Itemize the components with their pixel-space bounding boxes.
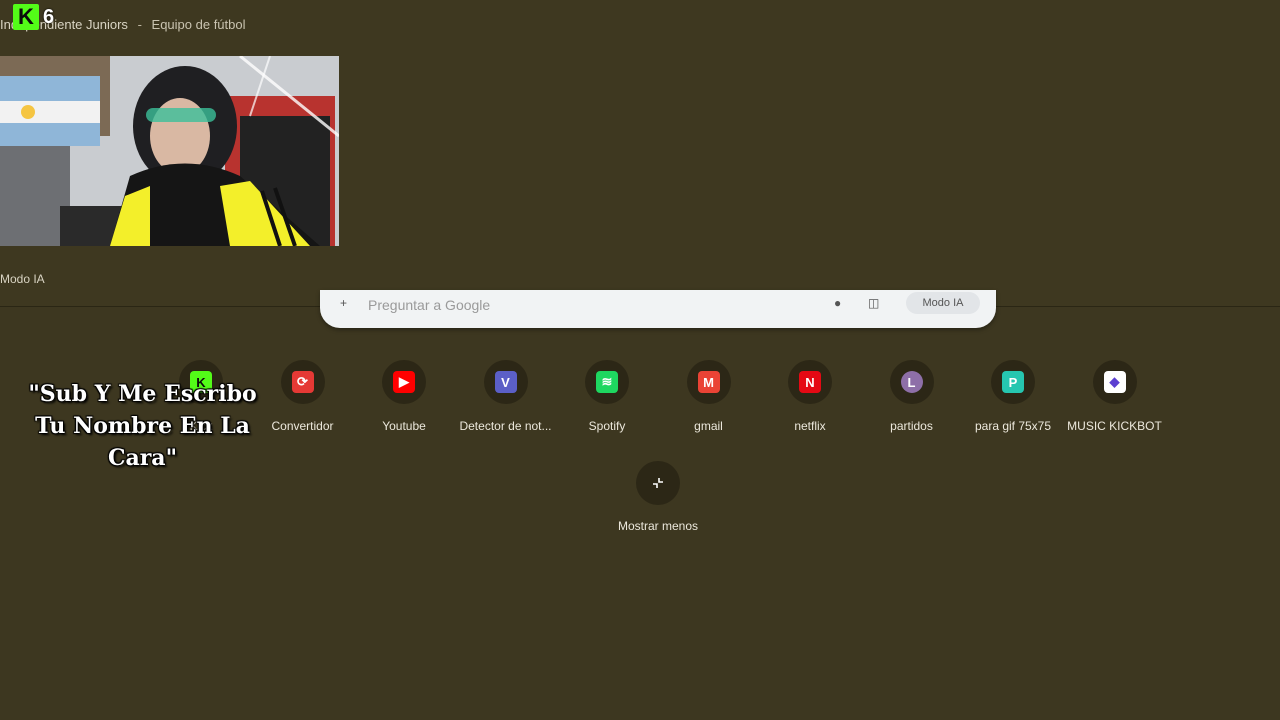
spotify-icon: ≋ bbox=[596, 371, 618, 393]
shortcut-tile[interactable]: Ppara gif 75x75 bbox=[962, 360, 1064, 433]
shortcut-icon-circle[interactable]: ≋ bbox=[585, 360, 629, 404]
shortcut-icon-circle[interactable]: L bbox=[889, 360, 934, 404]
viewer-count: 6 bbox=[43, 5, 55, 28]
youtube-icon: ▶ bbox=[393, 371, 415, 393]
shortcut-label: partidos bbox=[890, 419, 933, 433]
overlay-line-2: Tu Nombre En La Cara" bbox=[35, 413, 250, 471]
kick-icon: K bbox=[13, 4, 39, 30]
webcam-image bbox=[0, 56, 339, 246]
shortcut-tile[interactable]: ≋ Spotify bbox=[556, 360, 658, 433]
webcam-feed bbox=[0, 56, 339, 246]
shortcut-label: Youtube bbox=[382, 419, 426, 433]
shortcut-icon-circle[interactable]: ⟳ bbox=[280, 360, 325, 404]
plus-icon[interactable]: + bbox=[340, 296, 354, 310]
shortcut-label: Detector de not... bbox=[459, 419, 552, 433]
google-search-bar[interactable]: + ● ◫ Modo IA bbox=[320, 290, 996, 328]
shortcut-icon-circle[interactable]: V bbox=[483, 360, 528, 404]
stream-overlay-panel: Independiente Juniors - Equipo de fútbol… bbox=[0, 0, 1280, 307]
shortcut-icon-circle[interactable]: P bbox=[991, 360, 1035, 404]
shortcut-tile[interactable]: ◆ MUSIC KICKBOT bbox=[1064, 360, 1166, 433]
kickbot-icon: ◆ bbox=[1103, 371, 1126, 393]
letter-l-icon: L bbox=[900, 371, 923, 393]
breadcrumb-separator: - bbox=[137, 17, 142, 32]
netflix-icon: N bbox=[799, 371, 821, 393]
mic-icon[interactable]: ● bbox=[834, 296, 848, 310]
converter-icon: ⟳ bbox=[291, 371, 314, 393]
shortcut-icon-circle[interactable]: ▶ bbox=[382, 360, 426, 404]
breadcrumb-category: Equipo de fútbol bbox=[151, 17, 246, 32]
gif-icon: P bbox=[1002, 371, 1024, 393]
ai-mode-button[interactable]: Modo IA bbox=[906, 292, 980, 314]
shortcut-tile[interactable]: ▶ Youtube bbox=[353, 360, 455, 433]
shortcut-label: Spotify bbox=[588, 419, 626, 433]
v-icon: V bbox=[494, 371, 517, 393]
search-input[interactable] bbox=[366, 294, 810, 316]
show-less-label: Mostrar menos bbox=[617, 519, 699, 533]
shortcut-label: para gif 75x75 bbox=[974, 419, 1052, 433]
show-less-button[interactable]: Mostrar menos bbox=[606, 461, 710, 533]
shortcut-label: gmail bbox=[694, 419, 723, 433]
shortcut-icon-circle[interactable]: M bbox=[686, 360, 731, 404]
overlay-line-1: "Sub Y Me Escribo bbox=[28, 381, 257, 407]
ai-mode-label[interactable]: Modo IA bbox=[0, 272, 45, 286]
shortcut-icon-circle[interactable]: N bbox=[788, 360, 832, 404]
shortcut-tile[interactable]: Mgmail bbox=[658, 360, 760, 433]
gmail-icon: M bbox=[697, 371, 720, 393]
shortcut-icon-circle[interactable]: ◆ bbox=[1092, 360, 1137, 404]
stream-overlay-message: "Sub Y Me Escribo Tu Nombre En La Cara" bbox=[0, 378, 285, 474]
shortcut-label: netflix bbox=[794, 419, 826, 433]
shortcut-tile[interactable]: Nnetflix bbox=[759, 360, 861, 433]
collapse-icon[interactable] bbox=[636, 461, 680, 505]
lens-icon[interactable]: ◫ bbox=[868, 296, 882, 310]
shortcut-tile[interactable]: Lpartidos bbox=[861, 360, 963, 433]
shortcut-label: MUSIC KICKBOT bbox=[1067, 419, 1162, 433]
shortcut-tile[interactable]: V Detector de not... bbox=[455, 360, 557, 433]
viewer-badge: K 6 bbox=[13, 4, 54, 30]
